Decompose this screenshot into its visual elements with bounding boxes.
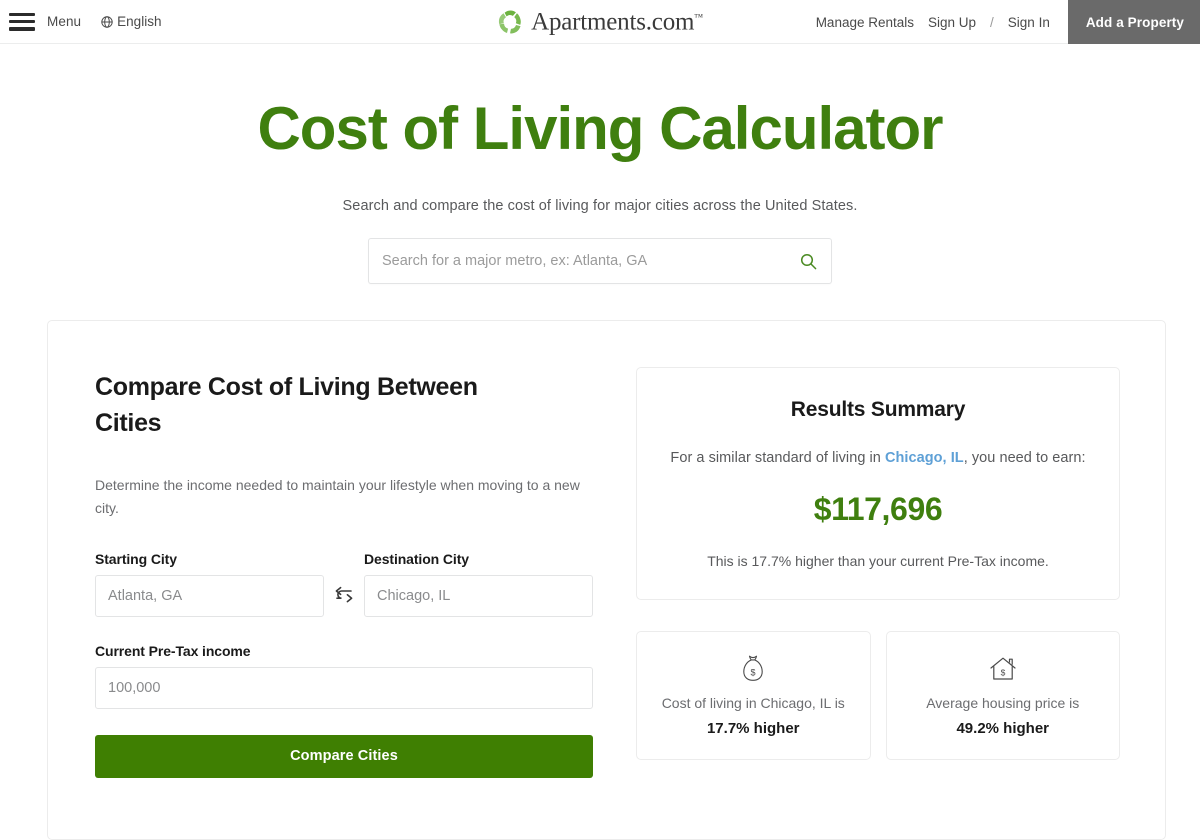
header-right-group: Manage Rentals Sign Up / Sign In Add a P…	[816, 0, 1200, 44]
income-input[interactable]	[95, 666, 593, 709]
income-field: Current Pre-Tax income	[95, 643, 608, 709]
cost-of-living-stat-card: $ Cost of living in Chicago, IL is 17.7%…	[636, 631, 871, 760]
globe-icon	[101, 15, 113, 28]
language-selector[interactable]: English	[101, 14, 161, 29]
add-a-property-button[interactable]: Add a Property	[1067, 0, 1200, 44]
results-intro-suffix: , you need to earn:	[963, 450, 1086, 466]
hero-section: Cost of Living Calculator Search and com…	[0, 44, 1200, 284]
results-title: Results Summary	[790, 398, 966, 421]
sign-in-link[interactable]: Sign In	[1008, 15, 1050, 30]
manage-rentals-link[interactable]: Manage Rentals	[816, 15, 914, 30]
hamburger-bar	[9, 19, 35, 24]
house-dollar-icon: $	[897, 652, 1110, 686]
metro-search-bar[interactable]	[368, 238, 832, 284]
hamburger-bar	[9, 27, 35, 31]
money-bag-icon: $	[647, 652, 860, 686]
destination-city-field: Destination City	[364, 551, 593, 617]
stat-value: 17.7% higher	[706, 720, 800, 737]
destination-city-label: Destination City	[364, 550, 469, 567]
starting-city-input[interactable]	[95, 574, 324, 617]
page-title: Cost of Living Calculator	[257, 95, 943, 162]
calculator-card: Compare Cost of Living Between Cities De…	[47, 320, 1166, 840]
destination-city-input[interactable]	[364, 574, 593, 617]
header-left-group: Menu English	[0, 11, 161, 33]
search-input[interactable]	[382, 253, 794, 269]
stat-value: 49.2% higher	[956, 720, 1050, 737]
language-label: English	[117, 14, 162, 29]
compare-cities-button[interactable]: Compare Cities	[95, 734, 593, 778]
page-subtitle: Search and compare the cost of living fo…	[342, 198, 858, 214]
income-label: Current Pre-Tax income	[95, 642, 251, 659]
destination-city-link[interactable]: Chicago, IL	[885, 450, 964, 466]
results-note: This is 17.7% higher than your current P…	[707, 553, 1049, 569]
svg-text:$: $	[1000, 668, 1005, 678]
compare-heading: Compare Cost of Living Between Cities	[95, 373, 478, 438]
results-panel: Results Summary For a similar standard o…	[608, 321, 1165, 839]
hamburger-icon[interactable]	[9, 11, 35, 33]
results-intro-prefix: For a similar standard of living in	[670, 450, 885, 466]
stat-label: Cost of living in Chicago, IL is	[661, 695, 845, 711]
results-summary-card: Results Summary For a similar standard o…	[636, 367, 1120, 600]
svg-text:$: $	[751, 668, 756, 678]
sign-up-link[interactable]: Sign Up	[928, 15, 976, 30]
compare-panel: Compare Cost of Living Between Cities De…	[48, 321, 608, 839]
results-intro: For a similar standard of living in Chic…	[661, 450, 1095, 466]
starting-city-field: Starting City	[95, 551, 324, 617]
hamburger-bar	[9, 12, 35, 16]
city-fields-row: Starting City Destination City	[95, 551, 608, 617]
housing-price-stat-card: $ Average housing price is 49.2% higher	[885, 631, 1120, 760]
site-logo[interactable]: Apartments.com™	[497, 8, 703, 35]
compare-description: Determine the income needed to maintain …	[95, 476, 580, 517]
swap-arrows-icon[interactable]	[324, 575, 364, 617]
stat-cards-row: $ Cost of living in Chicago, IL is 17.7%…	[636, 631, 1120, 760]
site-header: Menu English Apartments.com™ Manage Rent…	[0, 0, 1200, 44]
starting-city-label: Starting City	[95, 550, 177, 567]
stat-label: Average housing price is	[926, 695, 1080, 711]
nav-separator: /	[990, 14, 994, 30]
search-icon[interactable]	[800, 253, 817, 270]
apartments-pinwheel-logo	[497, 8, 524, 35]
logo-trademark: ™	[694, 11, 703, 22]
menu-button[interactable]: Menu	[47, 14, 81, 29]
logo-wordmark: Apartments.com™	[531, 8, 703, 35]
required-income-amount: $117,696	[813, 491, 943, 527]
header-nav-links: Manage Rentals Sign Up / Sign In	[816, 0, 1068, 44]
